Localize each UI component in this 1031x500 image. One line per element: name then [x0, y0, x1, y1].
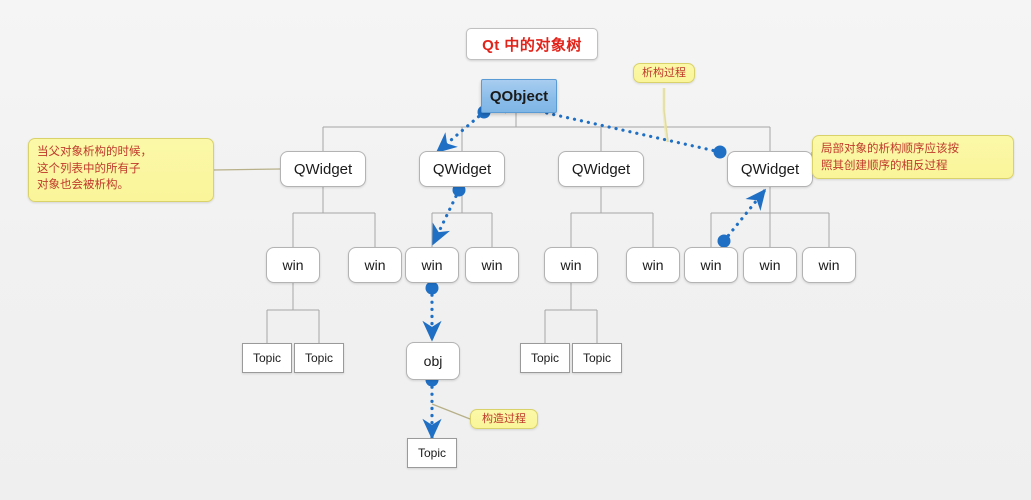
node-topic-1[interactable]: Topic: [242, 343, 292, 373]
node-win-6[interactable]: win: [626, 247, 680, 283]
callout-right-line1: 局部对象的析构顺序应该按: [821, 143, 959, 155]
callout-left-line1: 当父对象析构的时候，: [37, 146, 152, 158]
node-topic-4[interactable]: Topic: [572, 343, 622, 373]
node-win-3[interactable]: win: [405, 247, 459, 283]
node-obj-topic[interactable]: Topic: [407, 438, 457, 468]
node-qwidget-3[interactable]: QWidget: [558, 151, 644, 187]
page-title: Qt 中的对象树: [466, 28, 598, 60]
node-win-7[interactable]: win: [684, 247, 738, 283]
callout-construct-process: 构造过程: [470, 409, 538, 429]
callout-local-order: 局部对象的析构顺序应该按 照其创建顺序的相反过程: [812, 135, 1014, 179]
node-qobject[interactable]: QObject: [481, 79, 557, 113]
callout-parent-destruct: 当父对象析构的时候， 这个列表中的所有子 对象也会被析构。: [28, 138, 214, 202]
node-win-2[interactable]: win: [348, 247, 402, 283]
node-qwidget-2[interactable]: QWidget: [419, 151, 505, 187]
node-qwidget-1[interactable]: QWidget: [280, 151, 366, 187]
node-win-5[interactable]: win: [544, 247, 598, 283]
node-topic-2[interactable]: Topic: [294, 343, 344, 373]
node-obj[interactable]: obj: [406, 342, 460, 380]
node-win-8[interactable]: win: [743, 247, 797, 283]
node-win-9[interactable]: win: [802, 247, 856, 283]
diagram-canvas: Qt 中的对象树 QObject QWidget QWidget QWidget…: [0, 0, 1031, 500]
callout-left-line2: 这个列表中的所有子: [37, 162, 141, 175]
node-qwidget-4[interactable]: QWidget: [727, 151, 813, 187]
callout-right-line2: 照其创建顺序的相反过程: [821, 159, 948, 172]
callout-destruct-process: 析构过程: [633, 63, 695, 83]
node-win-4[interactable]: win: [465, 247, 519, 283]
node-topic-3[interactable]: Topic: [520, 343, 570, 373]
callout-left-line3: 对象也会被析构。: [37, 179, 129, 192]
node-win-1[interactable]: win: [266, 247, 320, 283]
